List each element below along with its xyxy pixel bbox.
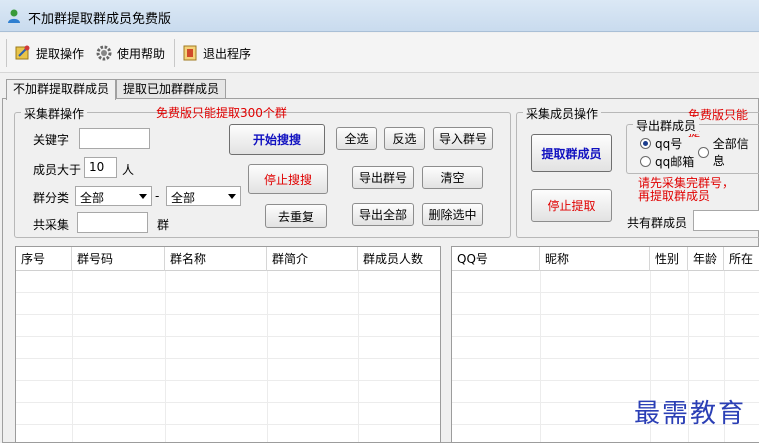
column-header[interactable]: 昵称	[540, 247, 650, 271]
stop-extract-button[interactable]: 停止提取	[531, 189, 612, 222]
tab-extract-joined-groups[interactable]: 提取已加群群成员	[116, 79, 227, 99]
category-dash: -	[155, 189, 160, 203]
toolbar-separator	[174, 39, 175, 67]
members-table-header: QQ号 昵称 性别 年龄 所在	[452, 247, 759, 271]
column-header[interactable]: 序号	[16, 247, 72, 271]
groups-table-body[interactable]	[16, 271, 440, 442]
stop-search-button[interactable]: 停止搜搜	[248, 164, 328, 194]
collect-members-title: 采集成员操作	[523, 105, 602, 122]
radio-qq-number-label: qq号	[655, 137, 683, 151]
keyword-label: 关键字	[33, 133, 70, 147]
column-header[interactable]: 性别	[650, 247, 688, 271]
collect-groups-title: 采集群操作	[21, 105, 88, 122]
radio-all-info-label: 全部信息	[712, 137, 749, 168]
radio-all-info[interactable]: 全部信息	[698, 135, 759, 169]
radio-qq-email[interactable]: qq邮箱	[640, 153, 694, 170]
members-gt-input[interactable]: 10	[84, 157, 117, 178]
total-members-label: 共有群成员	[627, 216, 688, 230]
export-groups-button[interactable]: 导出群号	[352, 166, 414, 189]
window-title: 不加群提取群成员免费版	[28, 12, 172, 27]
tab-extract-without-joining[interactable]: 不加群提取群成员	[6, 79, 117, 100]
chevron-down-icon	[139, 194, 147, 199]
invert-selection-button[interactable]: 反选	[384, 127, 425, 150]
import-groups-button[interactable]: 导入群号	[433, 127, 493, 150]
extract-operation-label: 提取操作	[36, 46, 85, 61]
total-members-field	[693, 210, 759, 231]
select-all-button[interactable]: 全选	[336, 127, 377, 150]
column-header[interactable]: 群成员人数	[358, 247, 440, 271]
radio-qq-email-label: qq邮箱	[655, 155, 695, 169]
help-label: 使用帮助	[117, 46, 166, 61]
tab-strip: 不加群提取群成员 提取已加群群成员	[0, 79, 759, 100]
chevron-down-icon	[228, 194, 236, 199]
members-gt-label: 成员大于	[33, 163, 82, 177]
radio-selected-icon	[640, 138, 651, 149]
gear-icon	[96, 45, 112, 61]
export-all-button[interactable]: 导出全部	[352, 203, 414, 226]
exit-label: 退出程序	[203, 46, 252, 61]
extract-hint: 请先采集完群号， 再提取群成员	[638, 177, 734, 203]
exit-icon	[183, 45, 197, 61]
toolbar: 提取操作 使用帮助 退出程序	[0, 33, 759, 73]
help-button[interactable]: 使用帮助	[95, 42, 165, 64]
app-icon	[8, 9, 20, 23]
exit-button[interactable]: 退出程序	[181, 42, 251, 64]
delete-selected-button[interactable]: 删除选中	[422, 203, 483, 226]
total-collected-field	[77, 212, 148, 233]
extract-hint-line2: 再提取群成员	[638, 189, 711, 203]
column-header[interactable]: 群号码	[72, 247, 165, 271]
total-collected-label: 共采集	[33, 218, 70, 232]
column-header[interactable]: QQ号	[452, 247, 540, 271]
column-header[interactable]: 年龄	[688, 247, 724, 271]
extract-icon	[15, 45, 30, 60]
total-collected-unit: 群	[157, 218, 170, 232]
keyword-input[interactable]	[79, 128, 150, 149]
column-header[interactable]: 群名称	[165, 247, 267, 271]
subcategory-value: 全部	[171, 191, 196, 205]
category-label: 群分类	[33, 191, 70, 205]
clear-button[interactable]: 清空	[422, 166, 483, 189]
dedupe-button[interactable]: 去重复	[265, 204, 327, 228]
column-divider	[540, 271, 541, 442]
extract-members-button[interactable]: 提取群成员	[531, 134, 612, 172]
radio-qq-number[interactable]: qq号	[640, 135, 682, 152]
category-select[interactable]: 全部	[75, 186, 152, 206]
export-members-title: 导出群成员	[633, 117, 700, 134]
groups-table[interactable]: 序号 群号码 群名称 群简介 群成员人数	[15, 246, 441, 443]
extract-operation-button[interactable]: 提取操作	[14, 42, 84, 64]
watermark: 最需教育	[634, 399, 747, 429]
category-value: 全部	[80, 191, 105, 205]
subcategory-select[interactable]: 全部	[166, 186, 241, 206]
radio-unselected-icon	[640, 156, 651, 167]
start-search-button[interactable]: 开始搜搜	[229, 124, 325, 155]
column-divider	[358, 271, 359, 442]
title-bar: 不加群提取群成员免费版	[0, 0, 759, 32]
column-header[interactable]: 所在	[724, 247, 759, 271]
column-divider	[267, 271, 268, 442]
members-unit-label: 人	[122, 163, 135, 177]
column-divider	[72, 271, 73, 442]
column-divider	[165, 271, 166, 442]
groups-table-header: 序号 群号码 群名称 群简介 群成员人数	[16, 247, 440, 271]
radio-unselected-icon	[698, 146, 709, 158]
toolbar-grip	[6, 39, 7, 67]
free-version-notice: 免费版只能提取300个群	[156, 106, 287, 120]
column-header[interactable]: 群简介	[267, 247, 358, 271]
